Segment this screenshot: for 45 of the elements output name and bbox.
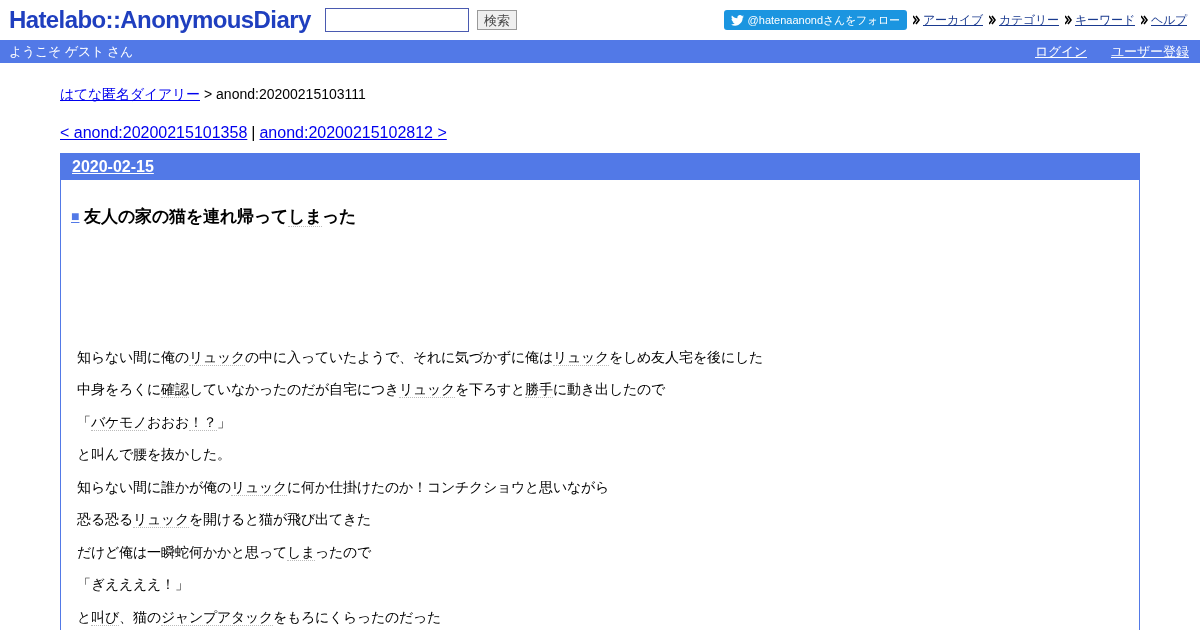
next-entry-link[interactable]: anond:20200215102812 > xyxy=(259,121,447,145)
user-link[interactable]: ユーザー登録 xyxy=(1111,41,1189,62)
nav-link[interactable]: カテゴリー xyxy=(999,11,1059,29)
nav-link[interactable]: キーワード xyxy=(1075,11,1135,29)
double-chevron-icon xyxy=(913,15,920,25)
body-paragraph: 「ぎええええ！」 xyxy=(77,575,190,594)
keyword-link[interactable]: 叫び xyxy=(91,608,119,626)
welcome-text: ようこそ ゲスト さん xyxy=(9,42,134,61)
double-chevron-icon xyxy=(1065,15,1072,25)
keyword-link[interactable]: リュック xyxy=(399,381,455,398)
keyword-link[interactable]: リュック xyxy=(231,478,287,496)
previous-entry-link[interactable]: < anond:20200215101358 xyxy=(60,121,248,145)
body-paragraph: と叫んで腰を抜かした。 xyxy=(77,445,232,464)
body-paragraph: 「バケモノ おおお！？」 xyxy=(77,412,232,432)
keyword-link[interactable]: リュック xyxy=(553,348,609,366)
keyword-link[interactable]: バケモノ xyxy=(91,413,147,431)
user-link[interactable]: ログイン xyxy=(1035,41,1087,62)
keyword-link[interactable]: ！？ xyxy=(189,413,217,431)
keyword-link[interactable]: ジャンプアタック xyxy=(161,608,273,626)
body-paragraph: だけど俺は一瞬蛇何かかと思って しま ったので xyxy=(77,542,372,562)
search-field[interactable] xyxy=(324,8,469,32)
bird-icon xyxy=(730,14,744,26)
site-logo[interactable]: Hatelabo::AnonymousDiary xyxy=(9,8,311,32)
breadcrumb-current: > anond:20200215103111 xyxy=(204,85,366,104)
keyword-link[interactable]: リュック xyxy=(189,348,245,366)
nav-link[interactable]: アーカイブ xyxy=(923,11,983,29)
date-link[interactable]: 2020-02-15 xyxy=(72,155,154,179)
double-chevron-icon xyxy=(989,15,996,25)
entry-bullet-link[interactable]: ■ xyxy=(71,206,80,228)
keyword-link[interactable]: 勝手 xyxy=(525,381,553,398)
body-paragraph: 中身をろくに確認していなかったのだが自宅につき リュック を下ろすと勝手に動き出したので xyxy=(77,380,666,399)
double-chevron-icon xyxy=(1141,15,1148,25)
breadcrumb-link[interactable]: はてな匿名ダイアリー xyxy=(60,84,200,105)
body-paragraph: 恐る恐る リュック を開けると猫が飛び出てきた xyxy=(77,510,372,529)
search-button[interactable]: 検索 xyxy=(476,10,517,30)
body-paragraph: 知らない間に誰かが俺のリュック に何か仕掛けたのか！コンチクショウと思いながら xyxy=(77,477,610,497)
keyword-link[interactable]: リュック xyxy=(133,511,189,528)
body-paragraph: 知らない間に俺のリュックの中に入っていたようで、それに気づかずに俺は リュック をしめ友人宅を後にした xyxy=(77,347,764,367)
body-paragraph: と 叫び、猫のジャンプアタック をもろにくらったのだった xyxy=(77,607,442,627)
pager-separator: | xyxy=(251,123,256,143)
keyword-link[interactable]: しま xyxy=(287,543,315,561)
keyword-link[interactable]: しま xyxy=(288,207,323,227)
keyword-link[interactable]: 確認 xyxy=(161,381,189,398)
entry-title: 友人の家の猫を連れ帰って しま った xyxy=(84,206,357,229)
nav-link[interactable]: ヘルプ xyxy=(1151,11,1187,29)
